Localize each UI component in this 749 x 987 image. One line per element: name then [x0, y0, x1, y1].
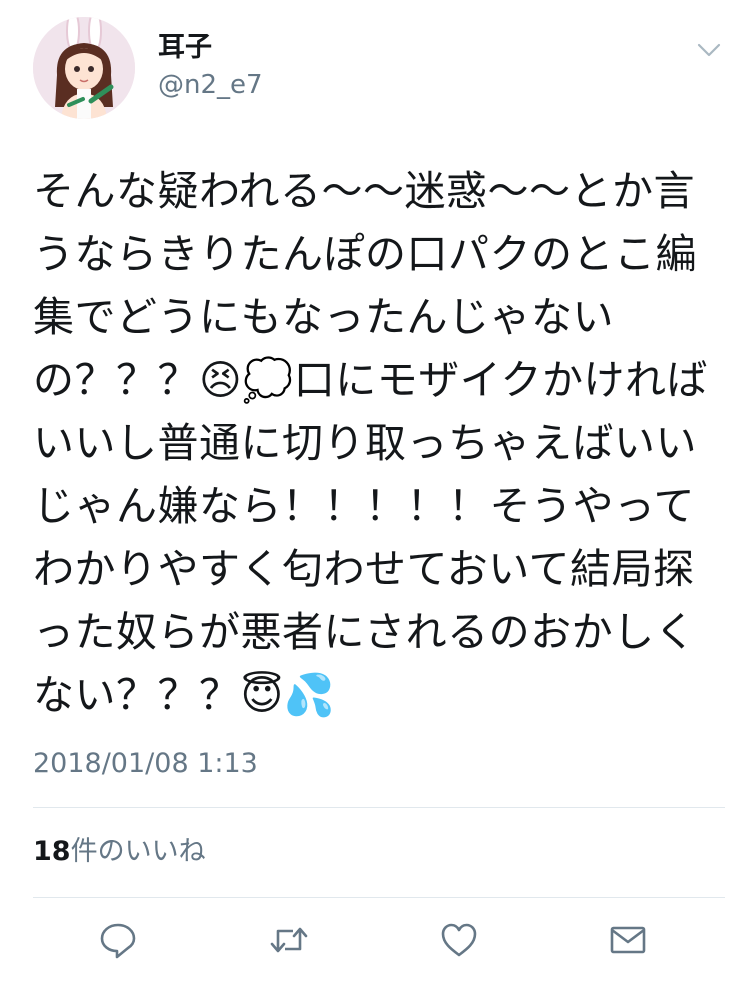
tweet-header: 耳子 @n2_e7 — [0, 0, 749, 140]
reply-button[interactable] — [97, 919, 139, 961]
chevron-down-icon[interactable] — [695, 38, 723, 62]
heart-icon — [441, 923, 477, 957]
display-name[interactable]: 耳子 — [158, 34, 212, 61]
action-bar — [0, 905, 749, 975]
user-handle[interactable]: @n2_e7 — [158, 72, 263, 98]
tweet-timestamp: 2018/01/08 1:13 — [33, 748, 258, 779]
retweet-icon — [270, 927, 308, 953]
likes-label: 件のいいね — [70, 836, 206, 867]
likes-count: 18 — [33, 836, 71, 867]
likes-summary[interactable]: 18 件のいいね — [33, 838, 206, 865]
retweet-button[interactable] — [268, 919, 310, 961]
avatar[interactable] — [33, 17, 135, 119]
envelope-icon — [610, 926, 646, 954]
divider — [33, 807, 725, 808]
tweet-text: そんな疑われる〜〜迷惑〜〜とか言うならきりたんぽの口パクのとこ編集でどうにもなっ… — [33, 167, 708, 719]
reply-icon — [100, 923, 136, 959]
divider — [33, 897, 725, 898]
direct-message-button[interactable] — [607, 919, 649, 961]
like-button[interactable] — [438, 919, 480, 961]
